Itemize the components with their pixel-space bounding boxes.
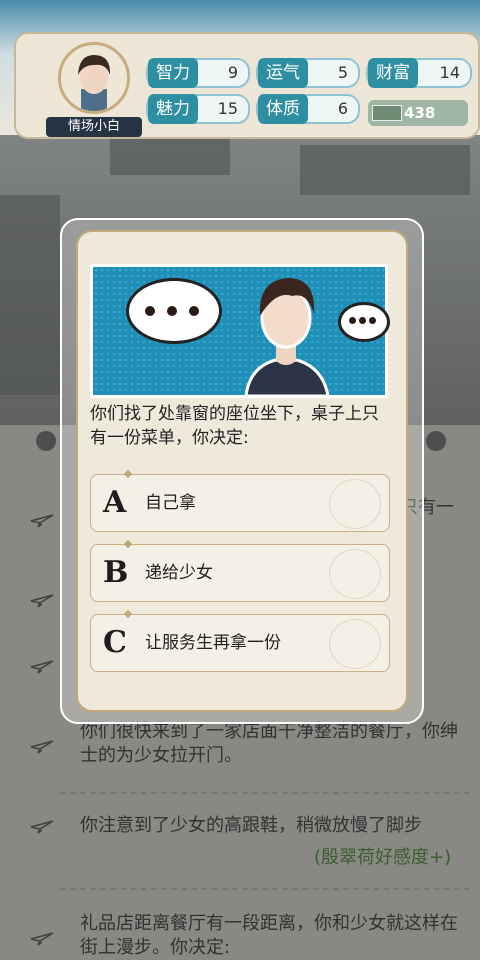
stat-value: 5: [337, 63, 348, 82]
stat-value: 6: [337, 99, 348, 118]
option-a-button[interactable]: A 自己拿: [90, 469, 390, 532]
question-text: 你们找了处靠窗的座位坐下，桌子上只有一份菜单，你决定:: [90, 404, 379, 448]
stat-wealth: 财富 14: [366, 58, 472, 88]
stat-value: 14: [439, 63, 460, 82]
stat-constitution: 体质 6: [256, 94, 360, 124]
thought-bubble-icon: [126, 278, 222, 344]
player-name: 情场小白: [46, 117, 142, 137]
option-letter: C: [103, 625, 127, 660]
cash-icon: [372, 105, 402, 121]
stat-label: 财富: [368, 58, 418, 88]
option-decoration: [329, 549, 381, 599]
stat-luck: 运气 5: [256, 58, 360, 88]
stat-value: 15: [217, 99, 238, 118]
stat-charm: 魅力 15: [146, 94, 250, 124]
stat-label: 智力: [148, 58, 198, 88]
option-b-button[interactable]: B 递给少女: [90, 539, 390, 602]
option-decoration: [329, 619, 381, 669]
money-counter: 438: [368, 100, 468, 126]
stat-label: 体质: [258, 94, 308, 124]
option-text: 递给少女: [145, 563, 213, 583]
option-text: 自己拿: [145, 493, 196, 513]
stat-label: 魅力: [148, 94, 198, 124]
stat-label: 运气: [258, 58, 308, 88]
character-portrait: [244, 278, 330, 396]
stat-intelligence: 智力 9: [146, 58, 250, 88]
option-decoration: [329, 479, 381, 529]
avatar[interactable]: [58, 42, 130, 114]
game-scene: 只有一 你们很快来到了一家店面干净整洁的餐厅，你绅士的为少女拉开门。 你注意到了…: [0, 0, 480, 960]
stat-value: 9: [227, 63, 238, 82]
money-value: 438: [404, 104, 436, 122]
option-letter: B: [103, 555, 129, 590]
option-text: 让服务生再拿一份: [145, 633, 281, 653]
option-c-button[interactable]: C 让服务生再拿一份: [90, 609, 390, 672]
thought-bubble-icon: [338, 302, 390, 342]
option-letter: A: [103, 485, 127, 520]
